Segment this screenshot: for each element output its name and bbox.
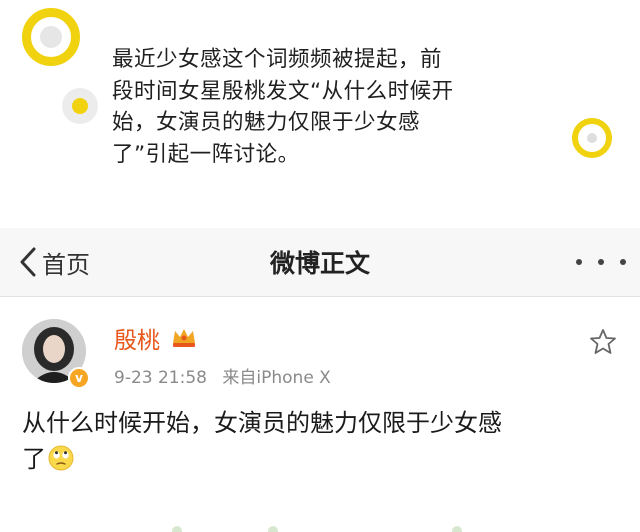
dot	[620, 259, 626, 265]
dot	[598, 259, 604, 265]
action-icon	[172, 526, 182, 532]
post-text-segment: 了	[22, 445, 46, 473]
decorative-circle-icon	[572, 118, 612, 158]
star-icon[interactable]	[588, 327, 618, 357]
dot	[576, 259, 582, 265]
caption-line: 段时间女星殷桃发文“从什么时候开	[112, 78, 454, 104]
action-bar-peek	[0, 523, 640, 532]
post-text-line: 了	[22, 441, 622, 477]
more-icon[interactable]	[576, 248, 626, 276]
caption-line: 最近少女感这个词频频被提起，前	[112, 47, 443, 72]
navigation-bar: 首页 微博正文	[0, 228, 640, 297]
decorative-circle-icon	[62, 88, 98, 124]
weibo-post: v 殷桃 9-23 21:58 来自iPhone X 从什么时候开始，女演员的魅…	[0, 297, 640, 532]
eye-roll-emoji-icon	[48, 445, 74, 471]
username[interactable]: 殷桃	[114, 321, 160, 355]
post-date: 9-23 21:58	[114, 368, 207, 388]
post-body: 从什么时候开始，女演员的魅力仅限于少女感 了	[22, 405, 622, 477]
verified-badge-icon: v	[68, 367, 90, 389]
decorative-circle-icon	[22, 8, 80, 66]
crown-icon	[173, 329, 195, 347]
action-icon	[452, 526, 462, 532]
caption-text: 最近少女感这个词频频被提起，前 段时间女星殷桃发文“从什么时候开 始，女演员的魅…	[112, 44, 532, 170]
caption-line: 始，女演员的魅力仅限于少女感	[112, 110, 421, 135]
action-icon	[268, 526, 278, 532]
post-source: 来自iPhone X	[222, 368, 331, 388]
article-caption: 最近少女感这个词频频被提起，前 段时间女星殷桃发文“从什么时候开 始，女演员的魅…	[0, 0, 640, 228]
post-meta: 9-23 21:58 来自iPhone X	[114, 363, 331, 388]
page-title: 微博正文	[269, 249, 370, 278]
caption-line: 了”引起一阵讨论。	[112, 141, 300, 167]
post-text-line: 从什么时候开始，女演员的魅力仅限于少女感	[22, 409, 502, 437]
